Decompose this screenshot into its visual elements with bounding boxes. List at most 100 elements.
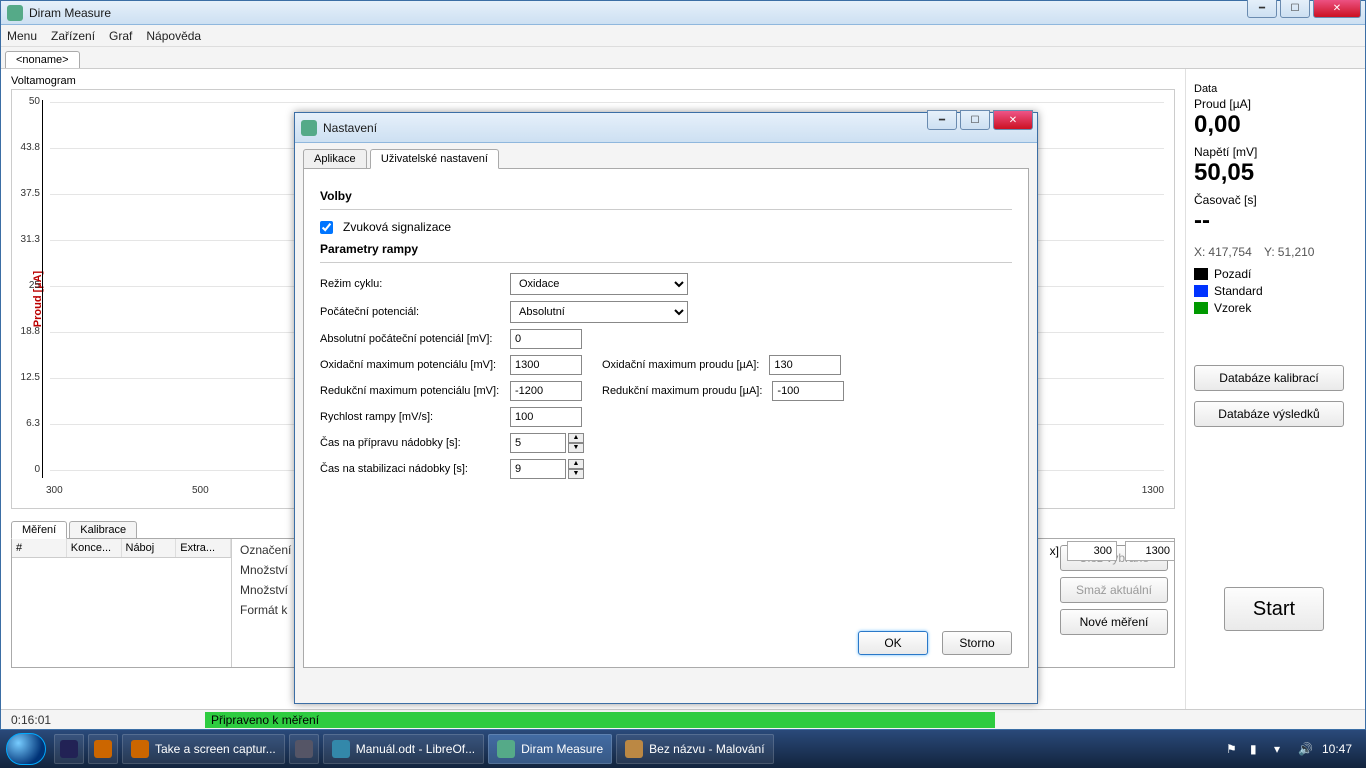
zvuk-checkbox-row[interactable]: Zvuková signalizace (320, 220, 1012, 234)
taskbar-item-malovani[interactable]: Bez názvu - Malování (616, 734, 773, 764)
red-cur-input[interactable] (772, 381, 844, 401)
range-row: x] (1050, 541, 1175, 561)
chart-title: Voltamogram (11, 75, 1175, 87)
menu-napoveda[interactable]: Nápověda (146, 29, 201, 43)
th-konce[interactable]: Konce... (67, 539, 122, 557)
pinned-app-2[interactable] (88, 734, 118, 764)
settings-dialog: Nastavení ━ ☐ ✕ Aplikace Uživatelské nas… (294, 112, 1038, 704)
ytick: 37.5 (16, 188, 40, 199)
casovac-value: -- (1194, 207, 1357, 235)
system-tray[interactable]: ⚑ ▮ ▾ 🔊 10:47 (1226, 742, 1360, 756)
legend-pozadi: Pozadí (1194, 267, 1357, 281)
rychlost-input[interactable] (510, 407, 582, 427)
zvuk-checkbox[interactable] (320, 221, 333, 234)
flag-icon[interactable]: ⚑ (1226, 742, 1240, 756)
th-naboj[interactable]: Náboj (122, 539, 177, 557)
parametry-heading: Parametry rampy (320, 242, 1012, 256)
battery-icon[interactable]: ▮ (1250, 742, 1264, 756)
smaz-aktualni-button[interactable]: Smaž aktuální (1060, 577, 1168, 603)
priprava-up[interactable]: ▲ (568, 433, 584, 443)
menu-menu[interactable]: Menu (7, 29, 37, 43)
db-vysledku-button[interactable]: Databáze výsledků (1194, 401, 1344, 427)
network-icon[interactable]: ▾ (1274, 742, 1288, 756)
pinned-app-3[interactable] (289, 734, 319, 764)
range-min[interactable] (1067, 541, 1117, 561)
storno-button[interactable]: Storno (942, 631, 1012, 655)
abs-pot-input[interactable] (510, 329, 582, 349)
rezim-select[interactable]: Oxidace (510, 273, 688, 295)
proud-value: 0,00 (1194, 111, 1357, 139)
start-button[interactable] (6, 733, 46, 765)
file-tab-noname[interactable]: <noname> (5, 51, 80, 68)
dialog-title-bar[interactable]: Nastavení ━ ☐ ✕ (295, 113, 1037, 143)
xtick: 500 (192, 485, 209, 496)
dialog-close-button[interactable]: ✕ (993, 110, 1033, 130)
tab-aplikace[interactable]: Aplikace (303, 149, 367, 169)
ok-button[interactable]: OK (858, 631, 928, 655)
taskbar-item-screenshot[interactable]: Take a screen captur... (122, 734, 285, 764)
data-title: Data (1194, 83, 1357, 95)
th-extra[interactable]: Extra... (176, 539, 231, 557)
red-pot-input[interactable] (510, 381, 582, 401)
napeti-value: 50,05 (1194, 159, 1357, 187)
volume-icon[interactable]: 🔊 (1298, 742, 1312, 756)
range-max[interactable] (1125, 541, 1175, 561)
legend-standard: Standard (1194, 284, 1357, 298)
ox-pot-input[interactable] (510, 355, 582, 375)
priprava-label: Čas na přípravu nádobky [s]: (320, 437, 500, 449)
ox-pot-label: Oxidační maximum potenciálu [mV]: (320, 359, 500, 371)
close-button[interactable]: ✕ (1313, 0, 1361, 18)
stabil-input[interactable] (510, 459, 566, 479)
red-cur-label: Redukční maximum proudu [µA]: (602, 385, 762, 397)
ytick: 18.8 (16, 326, 40, 337)
taskbar-item-manual[interactable]: Manuál.odt - LibreOf... (323, 734, 484, 764)
tab-uzivatelske[interactable]: Uživatelské nastavení (370, 149, 499, 169)
th-num[interactable]: # (12, 539, 67, 557)
menu-graf[interactable]: Graf (109, 29, 132, 43)
tab-kalibrace[interactable]: Kalibrace (69, 521, 137, 539)
pocatecni-select[interactable]: Absolutní (510, 301, 688, 323)
status-message: Připraveno k měření (205, 712, 995, 728)
menu-zarizeni[interactable]: Zařízení (51, 29, 95, 43)
priprava-down[interactable]: ▼ (568, 443, 584, 453)
coord-y: 51,210 (1278, 245, 1315, 259)
app-title: Diram Measure (29, 6, 111, 20)
casovac-label: Časovač [s] (1194, 193, 1357, 207)
stabil-down[interactable]: ▼ (568, 469, 584, 479)
xtick: 1300 (1142, 485, 1164, 496)
pocatecni-label: Počáteční potenciál: (320, 306, 500, 318)
tab-mereni[interactable]: Měření (11, 521, 67, 539)
main-title-bar[interactable]: Diram Measure ━ ☐ ✕ (1, 1, 1365, 25)
dialog-minimize-button[interactable]: ━ (927, 110, 957, 130)
dialog-body: Volby Zvuková signalizace Parametry ramp… (303, 168, 1029, 668)
dialog-maximize-button[interactable]: ☐ (960, 110, 990, 130)
maximize-button[interactable]: ☐ (1280, 0, 1310, 18)
zvuk-label: Zvuková signalizace (343, 220, 451, 234)
coord-x-label: X: (1194, 245, 1205, 259)
coord-x: 417,754 (1208, 245, 1251, 259)
ytick: 43.8 (16, 142, 40, 153)
menu-bar: Menu Zařízení Graf Nápověda (1, 25, 1365, 47)
stabil-up[interactable]: ▲ (568, 459, 584, 469)
rezim-label: Režim cyklu: (320, 278, 500, 290)
start-button[interactable]: Start (1224, 587, 1324, 631)
app-icon (7, 5, 23, 21)
nove-mereni-button[interactable]: Nové měření (1060, 609, 1168, 635)
clock[interactable]: 10:47 (1322, 742, 1352, 756)
dialog-title: Nastavení (323, 121, 377, 135)
rychlost-label: Rychlost rampy [mV/s]: (320, 411, 500, 423)
priprava-input[interactable] (510, 433, 566, 453)
db-kalibraci-button[interactable]: Databáze kalibrací (1194, 365, 1344, 391)
minimize-button[interactable]: ━ (1247, 0, 1277, 18)
ytick: 12.5 (16, 372, 40, 383)
ox-cur-input[interactable] (769, 355, 841, 375)
proud-label: Proud [µA] (1194, 97, 1357, 111)
ytick: 50 (16, 96, 40, 107)
ytick: 0 (16, 464, 40, 475)
abs-pot-label: Absolutní počáteční potenciál [mV]: (320, 333, 500, 345)
stabil-label: Čas na stabilizaci nádobky [s]: (320, 463, 500, 475)
pinned-app-1[interactable] (54, 734, 84, 764)
taskbar-item-diram[interactable]: Diram Measure (488, 734, 612, 764)
taskbar[interactable]: Take a screen captur... Manuál.odt - Lib… (0, 730, 1366, 768)
coord-y-label: Y: (1264, 245, 1275, 259)
